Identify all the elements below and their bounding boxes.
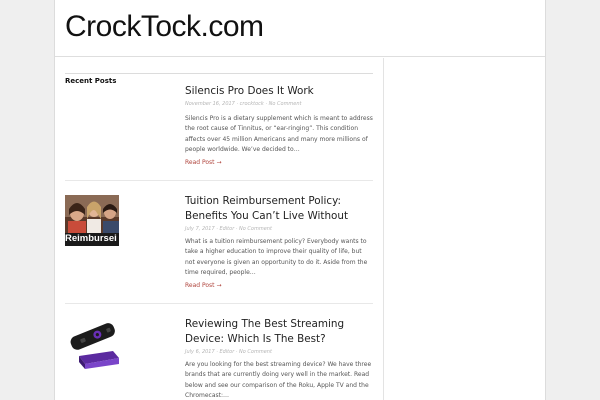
streaming-device-icon <box>65 318 119 369</box>
page-wrapper: CrockTock.com Recent Posts Silencis Pro … <box>54 0 546 400</box>
post-thumbnail-image[interactable] <box>65 318 119 369</box>
post-excerpt: Are you looking for the best streaming d… <box>185 361 372 400</box>
post-comments-link[interactable]: No Comment <box>269 101 302 107</box>
post-divider <box>65 303 373 304</box>
post-meta: July 7, 2017 · Editor · No Comment <box>185 226 272 232</box>
post-comments-link[interactable]: No Comment <box>239 226 272 232</box>
post-meta: November 16, 2017 · crocktock · No Comme… <box>185 101 302 107</box>
post-date: November 16, 2017 <box>185 101 235 107</box>
post-item: Reviewing The Best Streaming Device: Whi… <box>65 317 373 400</box>
post-divider <box>65 180 373 181</box>
site-title-link[interactable]: CrockTock.com <box>65 8 264 46</box>
post-title-link[interactable]: Reviewing The Best Streaming Device: Whi… <box>185 317 377 347</box>
post-meta: July 6, 2017 · Editor · No Comment <box>185 349 272 355</box>
post-item: Silencis Pro Does It Work November 16, 2… <box>65 84 373 181</box>
recent-posts-header: Recent Posts <box>65 68 373 85</box>
post-date: July 6, 2017 <box>185 349 215 355</box>
site-header: CrockTock.com <box>55 0 545 57</box>
post-date: July 7, 2017 <box>185 226 215 232</box>
post-excerpt: What is a tuition reimbursement policy? … <box>185 238 368 277</box>
read-more-link[interactable]: Read Post → <box>185 282 221 290</box>
section-title: Recent Posts <box>65 77 121 85</box>
post-title-link[interactable]: Tuition Reimbursement Policy: Benefits Y… <box>185 194 377 224</box>
read-more-link[interactable]: Read Post → <box>185 159 221 167</box>
post-comments-link[interactable]: No Comment <box>239 349 272 355</box>
post-author-link[interactable]: crocktock <box>240 101 264 107</box>
post-author-link[interactable]: Editor <box>219 349 234 355</box>
post-item: Reimbursei Tuition Reimbursement Policy:… <box>65 194 373 304</box>
post-title-link[interactable]: Silencis Pro Does It Work <box>185 84 377 99</box>
sidebar <box>384 58 546 400</box>
section-title-rule <box>65 73 373 74</box>
thumbnail-caption: Reimbursei <box>65 233 117 244</box>
main-content: Recent Posts Silencis Pro Does It Work N… <box>55 58 384 400</box>
post-author-link[interactable]: Editor <box>219 226 234 232</box>
post-thumbnail-image[interactable]: Reimbursei <box>65 195 119 246</box>
post-excerpt: Silencis Pro is a dietary supplement whi… <box>185 115 373 154</box>
